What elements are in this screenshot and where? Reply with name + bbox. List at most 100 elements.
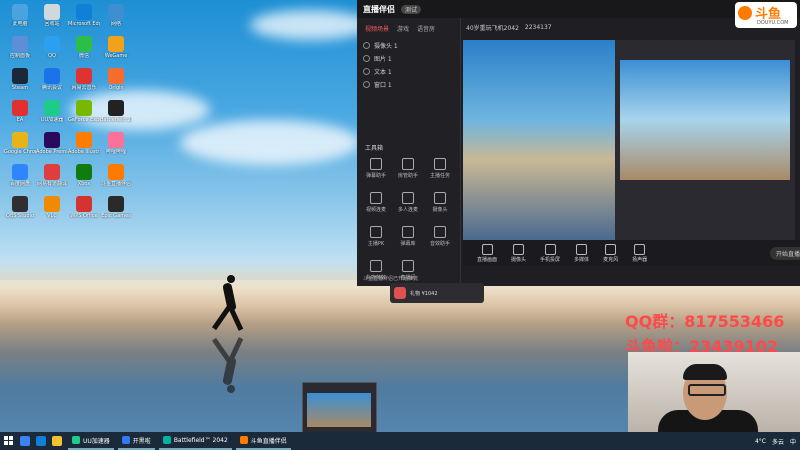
search-icon[interactable] xyxy=(20,436,30,446)
desktop-icon-label: Microsoft Edge xyxy=(68,21,100,27)
tool-label: 弹幕助手 xyxy=(365,173,386,179)
taskbar-app-label: 开黑啦 xyxy=(132,437,151,445)
taskbar-app[interactable]: UU加速器 xyxy=(68,432,114,450)
start-live-button[interactable]: 开始直播 xyxy=(769,246,800,260)
layer-item[interactable]: 图片 1 xyxy=(357,52,460,65)
desktop-icon[interactable]: 微信 xyxy=(68,36,100,59)
desktop-icon[interactable]: OBS Studio xyxy=(4,196,36,219)
room-title[interactable]: 40岁重玩飞机2042 xyxy=(466,23,519,32)
tool-icon xyxy=(434,226,446,238)
desktop-icon[interactable]: 网易有道翻译 xyxy=(36,164,68,187)
desktop-icon-label: 微信 xyxy=(78,53,89,59)
desktop-icon[interactable]: Epic Games xyxy=(100,196,132,219)
eye-icon[interactable] xyxy=(363,68,370,75)
tool-label: 主播任务 xyxy=(429,173,450,179)
desktop-icon[interactable]: 百度网盘 xyxy=(4,164,36,187)
desktop-icon[interactable]: Adobe Premiere xyxy=(36,132,68,155)
desktop-icon[interactable]: WeGame xyxy=(100,36,132,59)
media-icon xyxy=(576,243,588,255)
tool-label: 主播PK xyxy=(367,241,385,247)
eye-icon[interactable] xyxy=(363,42,370,49)
desktop-icon[interactable]: WPS Office xyxy=(68,196,100,219)
desktop-icon[interactable]: Steam xyxy=(4,68,36,91)
tab-video-scene[interactable]: 视频场景 xyxy=(365,24,389,33)
tab-voice[interactable]: 语音房 xyxy=(417,24,435,33)
desktop-icon[interactable]: 网络 xyxy=(100,4,132,27)
layer-item[interactable]: 摄像头 1 xyxy=(357,39,460,52)
source-camera[interactable]: 摄像头 xyxy=(511,243,526,263)
app-icon xyxy=(44,164,60,180)
desktop-icon[interactable]: QQ xyxy=(36,36,68,59)
desktop-icon[interactable]: EA xyxy=(4,100,36,123)
desktop-icon[interactable]: Adobe Illustrator xyxy=(68,132,100,155)
tool-item[interactable]: 音效助手 xyxy=(425,226,455,247)
tools-title: 工具箱 xyxy=(365,145,384,152)
desktop-icon[interactable]: Microsoft Edge xyxy=(68,4,100,27)
desktop-icon[interactable]: 回收站 xyxy=(36,4,68,27)
mic-control[interactable]: 麦克风 xyxy=(603,243,618,263)
temperature[interactable]: 4°C xyxy=(755,438,766,445)
tool-icon xyxy=(402,260,414,272)
eye-icon[interactable] xyxy=(363,55,370,62)
source-live-screen[interactable]: 直播画面 xyxy=(477,243,497,263)
layer-item[interactable]: 文本 1 xyxy=(357,65,460,78)
preview-canvas[interactable] xyxy=(463,40,615,240)
app-icon xyxy=(44,132,60,148)
desktop-icon-label: 网易有道翻译 xyxy=(36,181,67,187)
desktop-icon[interactable]: VLC xyxy=(36,196,68,219)
source-phone[interactable]: 手机投屏 xyxy=(540,243,560,263)
taskbar-app[interactable]: Battlefield™ 2042 xyxy=(158,432,232,450)
speaker-control[interactable]: 扬声器 xyxy=(632,243,647,263)
layer-label: 文本 1 xyxy=(374,69,392,76)
preview-nested-window xyxy=(615,40,795,240)
layer-item[interactable]: 窗口 1 xyxy=(357,78,460,91)
tool-item[interactable]: 视频连麦 xyxy=(361,192,391,213)
tool-item[interactable]: 主播任务 xyxy=(425,158,455,179)
runner-reflection xyxy=(211,337,245,393)
tool-item[interactable]: 摄像头 xyxy=(425,192,455,213)
desktop-icon[interactable]: 哔哩哔哩 xyxy=(100,132,132,155)
taskbar-app[interactable]: 开黑啦 xyxy=(117,432,155,450)
streaming-app-window[interactable]: 直播伴侣 测试 斗鱼 视频场景 游戏 语音房 摄像头 1 图片 1 文本 1 窗… xyxy=(357,0,800,286)
tool-item[interactable]: 弹幕库 xyxy=(393,226,423,247)
app-logo: 直播伴侣 xyxy=(363,4,395,14)
desktop-icon[interactable]: 腾讯会议 xyxy=(36,68,68,91)
tool-item[interactable]: 主播PK xyxy=(361,226,391,247)
tool-item[interactable]: 弹幕助手 xyxy=(361,158,391,179)
tool-icon xyxy=(402,192,414,204)
desktop-icon[interactable]: Origin xyxy=(100,68,132,91)
tool-label: 摄像头 xyxy=(432,207,448,213)
edge-icon[interactable] xyxy=(36,436,46,446)
desktop-icon[interactable]: Battlefield 2042 xyxy=(100,100,132,123)
desktop-icon[interactable]: Google Chrome xyxy=(4,132,36,155)
desktop-icon[interactable]: Xbox xyxy=(68,164,100,187)
eye-icon[interactable] xyxy=(363,81,370,88)
app-icon xyxy=(44,100,60,116)
desktop-icon[interactable]: 斗鱼直播伴侣 xyxy=(100,164,132,187)
desktop-icon[interactable]: 此电脑 xyxy=(4,4,36,27)
taskbar-app[interactable]: 斗鱼直播伴侣 xyxy=(235,432,291,450)
file-explorer-icon[interactable] xyxy=(52,436,62,446)
app-icon xyxy=(72,436,80,444)
desktop-icon[interactable]: 网易云音乐 xyxy=(68,68,100,91)
tool-item[interactable]: 多人连麦 xyxy=(393,192,423,213)
tool-icon xyxy=(402,226,414,238)
weather[interactable]: 多云 xyxy=(772,437,784,446)
speaker-icon xyxy=(634,243,646,255)
desktop-icon[interactable]: GeForce Experience xyxy=(68,100,100,123)
tool-item[interactable]: 房管助手 xyxy=(393,158,423,179)
desktop-icon[interactable]: UU加速器 xyxy=(36,100,68,123)
windows-start-icon[interactable] xyxy=(4,436,14,446)
desktop-icon[interactable]: 控制面板 xyxy=(4,36,36,59)
tool-label: 弹幕库 xyxy=(400,241,416,247)
app-titlebar: 直播伴侣 测试 斗鱼 xyxy=(357,0,800,18)
desktop-icon-label: Adobe Premiere xyxy=(36,149,68,155)
app-icon xyxy=(108,100,124,116)
source-media[interactable]: 多媒体 xyxy=(574,243,589,263)
tab-game[interactable]: 游戏 xyxy=(397,24,409,33)
thumbnail-window[interactable] xyxy=(302,382,377,434)
app-icon xyxy=(12,68,28,84)
input-lang[interactable]: 中 xyxy=(790,437,796,446)
desktop-icon-label: Adobe Illustrator xyxy=(68,149,100,155)
desktop-icon-label: 网易云音乐 xyxy=(71,85,97,91)
